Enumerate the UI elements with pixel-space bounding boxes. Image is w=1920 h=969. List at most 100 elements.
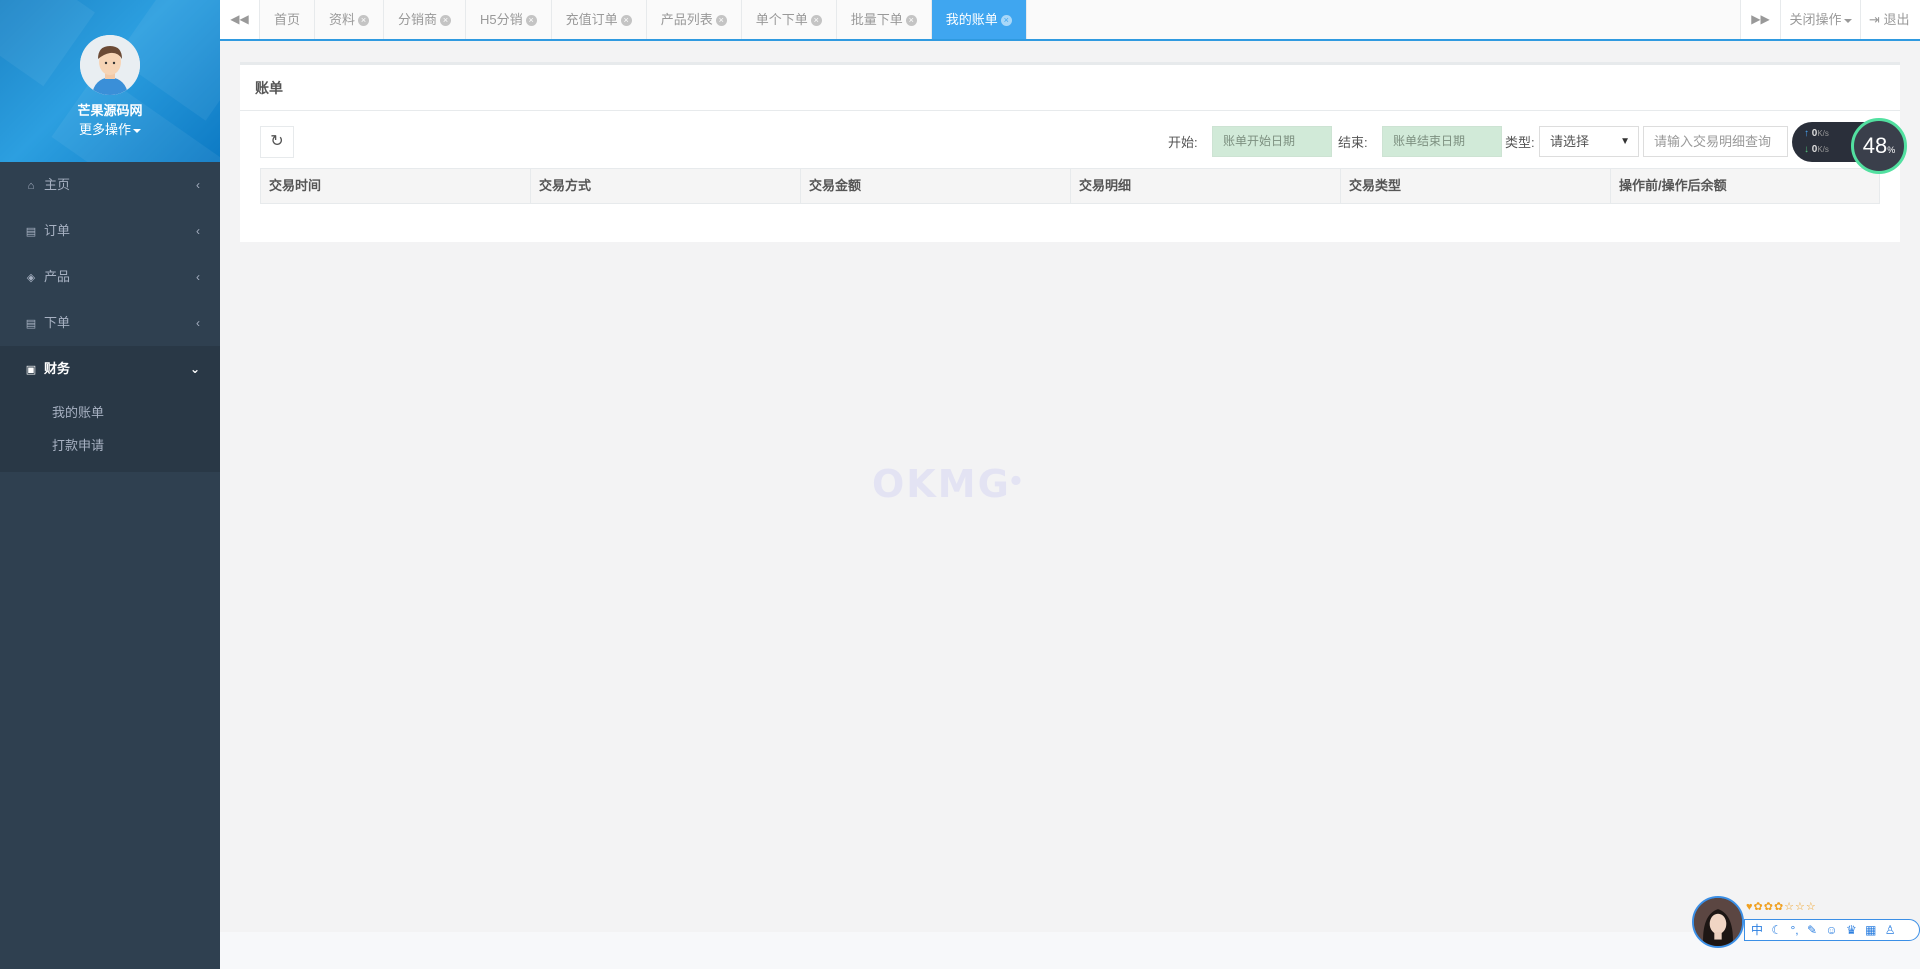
memory-usage-value: 48: [1862, 133, 1888, 158]
sidebar-item-label: 产品: [44, 269, 71, 284]
column-header[interactable]: 交易金额: [801, 169, 1071, 203]
column-header[interactable]: 交易明细: [1071, 169, 1341, 203]
ime-bar[interactable]: 中 ☾ °, ✎ ☺ ♛ ▦ ♙: [1744, 919, 1920, 941]
sidebar-item-orders[interactable]: ▤ 订单 ‹: [0, 208, 220, 254]
tab-product-list[interactable]: 产品列表 ×: [647, 0, 742, 39]
close-operations-label: 关闭操作: [1789, 12, 1842, 27]
column-header[interactable]: 交易类型: [1341, 169, 1611, 203]
sidebar-item-label: 订单: [44, 223, 71, 238]
more-actions-dropdown[interactable]: 更多操作: [0, 119, 220, 138]
tab-recharge-orders[interactable]: 充值订单 ×: [552, 0, 647, 39]
chevron-down-icon: ▼: [1620, 136, 1630, 147]
ime-toolbar[interactable]: ♥✿✿✿☆☆☆ 中 ☾ °, ✎ ☺ ♛ ▦ ♙: [1692, 896, 1920, 948]
refresh-icon: ↻: [270, 133, 284, 150]
wrench-icon[interactable]: ✎: [1807, 923, 1817, 937]
chevron-left-icon: ‹: [196, 178, 200, 192]
tab-distributors[interactable]: 分销商 ×: [384, 0, 467, 39]
close-tab-icon[interactable]: ×: [905, 15, 917, 27]
arrow-up-icon: ↑: [1804, 128, 1809, 139]
end-date-input[interactable]: 账单结束日期: [1382, 126, 1502, 157]
upload-speed: ↑ 0K/s: [1804, 128, 1829, 139]
chevron-left-icon: ‹: [196, 316, 200, 330]
caret-down-icon: [1843, 18, 1852, 23]
logout-label: 退出: [1883, 12, 1910, 27]
memory-usage-circle[interactable]: 48%: [1851, 118, 1907, 174]
tab-label: 分销商: [398, 12, 438, 27]
sidebar-item-home[interactable]: ⌂ 主页 ‹: [0, 162, 220, 208]
percent-sign: %: [1887, 145, 1896, 155]
watermark-text: OKMG: [872, 462, 1011, 506]
type-label: 类型:: [1505, 135, 1535, 150]
finance-submenu: 我的账单 打款申请: [0, 392, 220, 472]
sidebar-subitem-my-bills[interactable]: 我的账单: [0, 396, 220, 429]
tab-label: 充值订单: [565, 12, 618, 27]
logout-button[interactable]: ⇥ 退出: [1860, 0, 1920, 39]
logout-icon: ⇥: [1869, 12, 1880, 27]
tab-single-order[interactable]: 单个下单 ×: [742, 0, 837, 39]
sidebar-item-place-order[interactable]: ▤ 下单 ‹: [0, 300, 220, 346]
column-header[interactable]: 交易时间: [261, 169, 531, 203]
start-date-label: 开始:: [1168, 135, 1198, 150]
network-speed-widget[interactable]: ↑ 0K/s ↓ 0K/s 48%: [1792, 118, 1907, 174]
tab-batch-order[interactable]: 批量下单 ×: [837, 0, 932, 39]
close-operations-dropdown[interactable]: 关闭操作: [1780, 0, 1860, 39]
money-icon: ▣: [25, 364, 37, 376]
column-header[interactable]: 交易方式: [531, 169, 801, 203]
file-icon: ▤: [25, 226, 37, 238]
end-date-label: 结束:: [1338, 135, 1368, 150]
bills-table-header: 交易时间 交易方式 交易金额 交易明细 交易类型 操作前/操作后余额: [260, 168, 1880, 204]
tab-label: 首页: [274, 12, 301, 27]
grid-icon[interactable]: ▦: [1865, 923, 1876, 937]
profile-header: 芒果源码网 更多操作: [0, 0, 220, 162]
avatar[interactable]: [80, 35, 140, 95]
footer-strip: [220, 932, 1920, 969]
speed-unit: K/s: [1817, 145, 1829, 154]
scroll-tabs-left-button[interactable]: ◀◀: [220, 0, 260, 39]
sidebar: 芒果源码网 更多操作 ⌂ 主页 ‹ ▤ 订单 ‹ ◈ 产品 ‹ ▤ 下单 ‹ ▣ 财务 ⌄…: [0, 0, 220, 969]
tab-label: 资料: [329, 12, 356, 27]
panel-title: 账单: [240, 65, 1900, 111]
speed-unit: K/s: [1817, 129, 1829, 138]
sidebar-item-finance[interactable]: ▣ 财务 ⌄: [0, 346, 220, 392]
close-tab-icon[interactable]: ×: [440, 15, 452, 27]
close-tab-icon[interactable]: ×: [1000, 15, 1012, 27]
tab-my-bills[interactable]: 我的账单 ×: [931, 0, 1027, 39]
profile-name: 芒果源码网: [77, 103, 143, 118]
ime-chinese-mode-icon[interactable]: 中: [1751, 923, 1763, 937]
moon-icon[interactable]: ☾: [1771, 923, 1782, 937]
ime-level-stars: ♥✿✿✿☆☆☆: [1746, 901, 1817, 913]
close-tab-icon[interactable]: ×: [525, 15, 537, 27]
tabs: 首页 资料 × 分销商 × H5分销 × 充值订单 × 产品列表 × 单个下单 × 批量下单…: [260, 0, 1027, 39]
tab-bar: ◀◀ 首页 资料 × 分销商 × H5分销 × 充值订单 × 产品列表 × 单个下单 × 批…: [220, 0, 1920, 41]
start-date-input[interactable]: 账单开始日期: [1212, 126, 1332, 157]
chevron-down-icon: ⌄: [189, 362, 200, 376]
close-tab-icon[interactable]: ×: [810, 15, 822, 27]
bills-panel: 账单 ↻ 开始: 账单开始日期 结束: 账单结束日期 类型: 请选择 ▼ 请输入…: [240, 62, 1900, 242]
skin-icon[interactable]: ♛: [1846, 923, 1857, 937]
close-tab-icon[interactable]: ×: [620, 15, 632, 27]
tab-label: 单个下单: [755, 12, 808, 27]
transaction-search-input[interactable]: 请输入交易明细查询: [1643, 126, 1788, 157]
sidebar-subitem-payment-request[interactable]: 打款申请: [0, 429, 220, 462]
punctuation-icon[interactable]: °,: [1790, 923, 1798, 937]
scroll-tabs-right-button[interactable]: ▶▶: [1740, 0, 1780, 39]
tab-home[interactable]: 首页: [260, 0, 316, 39]
column-header[interactable]: 操作前/操作后余额: [1611, 169, 1879, 203]
sidebar-item-label: 下单: [44, 315, 71, 330]
home-icon: ⌂: [27, 180, 35, 192]
type-select-value: 请选择: [1550, 134, 1590, 149]
close-tab-icon[interactable]: ×: [358, 15, 370, 27]
refresh-button[interactable]: ↻: [260, 126, 294, 158]
close-tab-icon[interactable]: ×: [715, 15, 727, 27]
lock-icon[interactable]: ♙: [1885, 923, 1896, 937]
tab-label: 我的账单: [945, 12, 998, 27]
tab-profile[interactable]: 资料 ×: [315, 0, 385, 39]
sidebar-item-products[interactable]: ◈ 产品 ‹: [0, 254, 220, 300]
emoji-icon[interactable]: ☺: [1825, 923, 1837, 937]
type-select[interactable]: 请选择 ▼: [1539, 126, 1639, 157]
ime-avatar[interactable]: [1692, 896, 1744, 948]
arrow-down-icon: ↓: [1804, 144, 1809, 155]
file-icon: ▤: [25, 318, 37, 330]
tab-h5-distribution[interactable]: H5分销 ×: [466, 0, 552, 39]
more-actions-label: 更多操作: [78, 122, 131, 137]
